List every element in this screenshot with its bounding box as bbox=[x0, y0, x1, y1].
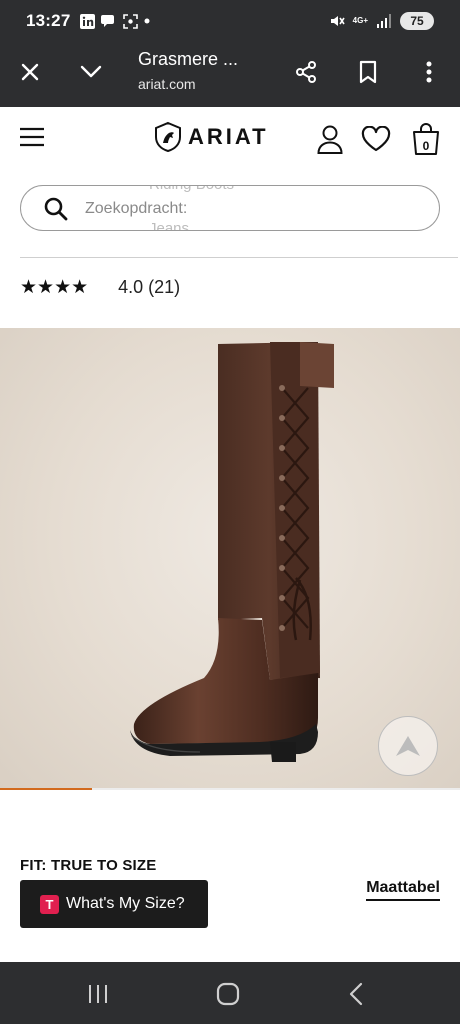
close-tab-button[interactable] bbox=[12, 54, 48, 90]
rating-stars: ★★★★ bbox=[20, 277, 89, 298]
system-navigation-bar bbox=[0, 962, 460, 1024]
recent-apps-icon bbox=[89, 985, 107, 1003]
battery-indicator: 75 bbox=[400, 12, 434, 30]
brand-logo[interactable]: ARIAT bbox=[152, 121, 269, 153]
account-button[interactable] bbox=[312, 121, 348, 157]
menu-button[interactable] bbox=[14, 119, 50, 155]
notification-icons bbox=[80, 13, 150, 29]
system-icons: 4G+ 75 bbox=[329, 12, 434, 30]
gallery-progress-fill bbox=[0, 788, 92, 790]
wishlist-button[interactable] bbox=[358, 121, 394, 157]
whats-my-size-button[interactable]: T What's My Size? bbox=[20, 880, 208, 928]
fit-label: FIT: TRUE TO SIZE bbox=[20, 857, 157, 874]
recent-apps-button[interactable] bbox=[78, 974, 118, 1014]
page-url: ariat.com bbox=[138, 76, 196, 92]
status-time: 13:27 bbox=[26, 11, 71, 30]
hamburger-menu-icon bbox=[20, 127, 44, 147]
search-icon bbox=[44, 197, 68, 221]
status-bar: 13:27 4G+ 75 bbox=[0, 0, 460, 42]
mute-icon bbox=[329, 13, 345, 29]
home-icon bbox=[216, 982, 240, 1006]
whats-my-size-label: What's My Size? bbox=[66, 895, 185, 912]
bookmark-icon bbox=[359, 60, 377, 84]
product-rating[interactable]: ★★★★ 4.0 (21) bbox=[20, 276, 180, 299]
search-input[interactable]: Riding Boots Zoekopdracht: Jeans bbox=[20, 185, 440, 231]
cart-count: 0 bbox=[422, 139, 430, 153]
divider bbox=[20, 257, 458, 258]
size-tool-badge: T bbox=[40, 894, 59, 914]
cart-button[interactable]: 0 bbox=[408, 121, 444, 157]
ariat-horse-logo-icon bbox=[155, 121, 181, 153]
site-header: ARIAT 0 bbox=[0, 107, 460, 173]
search-suggestion-next: Jeans bbox=[149, 220, 190, 231]
size-chart-link[interactable]: Maattabel bbox=[366, 879, 440, 901]
chevron-down-icon bbox=[80, 65, 102, 78]
back-button[interactable] bbox=[336, 974, 376, 1014]
rating-value: 4.0 (21) bbox=[118, 277, 181, 297]
share-icon bbox=[296, 61, 316, 83]
battery-level: 75 bbox=[410, 14, 424, 28]
browser-toolbar: Grasmere ... ariat.com bbox=[0, 42, 460, 107]
page: 13:27 4G+ 75 Grasmere ... ariat.com ARIA… bbox=[0, 0, 460, 1024]
bookmark-button[interactable] bbox=[350, 54, 386, 90]
minimize-button[interactable] bbox=[73, 54, 109, 90]
home-button[interactable] bbox=[208, 974, 248, 1014]
brand-name: ARIAT bbox=[188, 124, 269, 149]
search-placeholder: Zoekopdracht: bbox=[85, 200, 188, 217]
more-options-button[interactable] bbox=[411, 54, 447, 90]
heart-icon bbox=[361, 126, 391, 152]
more-vertical-icon bbox=[426, 61, 432, 83]
signal-icon bbox=[376, 14, 392, 28]
search-suggestion-previous: Riding Boots bbox=[149, 186, 234, 193]
user-icon bbox=[317, 125, 343, 154]
gallery-progress-track bbox=[0, 788, 460, 790]
chat-bubble-icon bbox=[101, 14, 117, 28]
linkedin-icon bbox=[80, 13, 96, 29]
network-type: 4G+ bbox=[352, 16, 368, 25]
arrow-up-icon bbox=[396, 736, 420, 756]
back-chevron-icon bbox=[349, 982, 363, 1006]
screen-capture-icon bbox=[123, 13, 139, 29]
page-title: Grasmere ... bbox=[138, 49, 239, 69]
dot-icon bbox=[144, 18, 150, 24]
close-icon bbox=[21, 63, 39, 81]
scroll-to-top-button[interactable] bbox=[378, 716, 438, 776]
share-button[interactable] bbox=[288, 54, 324, 90]
